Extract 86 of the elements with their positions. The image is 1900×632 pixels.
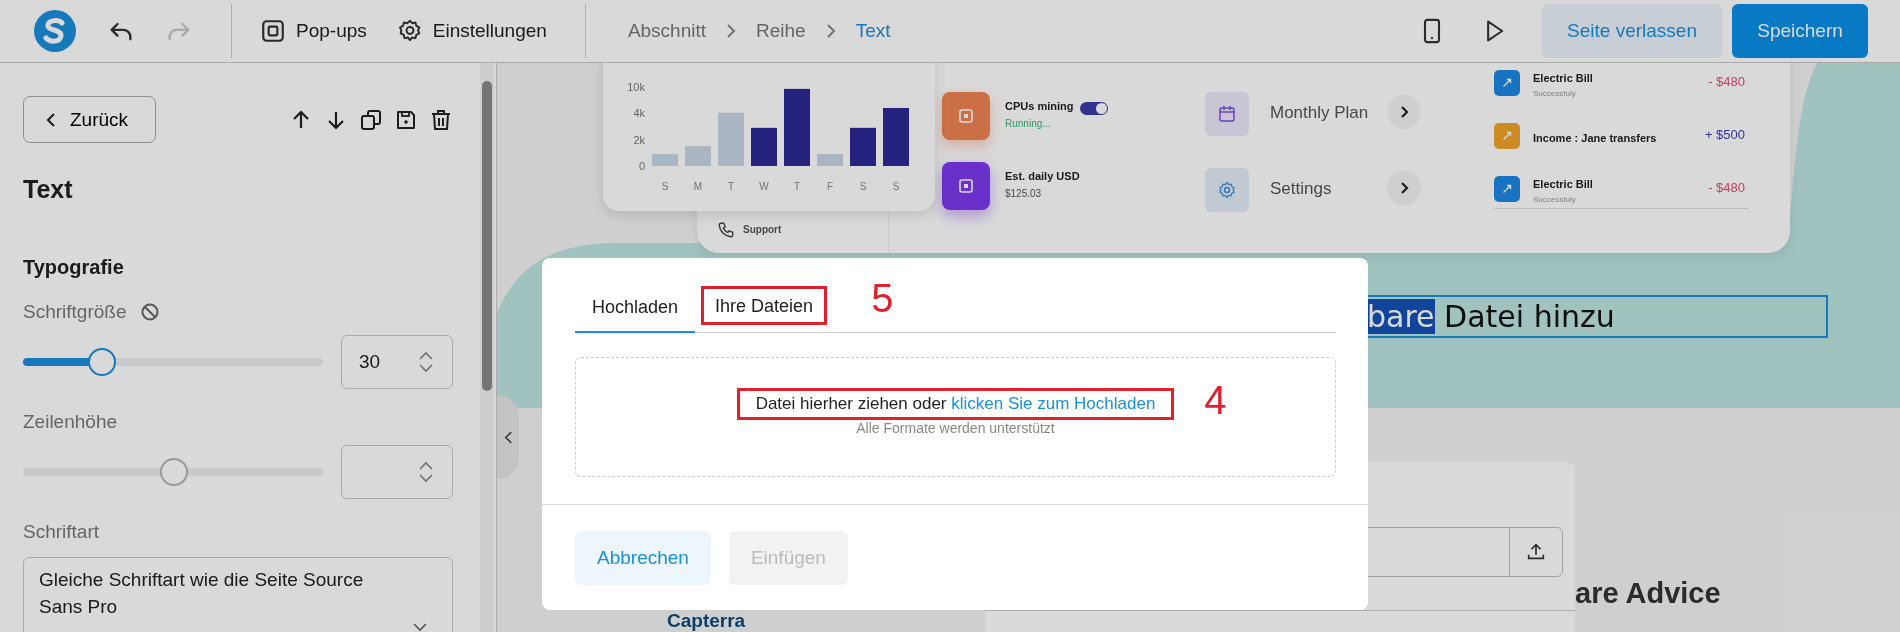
upload-link[interactable]: klicken Sie zum Hochladen — [951, 394, 1156, 413]
spinner-icon[interactable] — [418, 460, 434, 484]
tick-label: 0 — [638, 160, 645, 172]
field-label: Zeilenhöhe — [23, 411, 118, 433]
drop-zone[interactable]: Datei hierher ziehen oder klicken Sie zum Hochladen 4 Alle Formate werden unterstützt — [575, 357, 1336, 477]
transaction-status: Successfuly — [1533, 195, 1576, 204]
chevron-right-icon[interactable] — [1387, 171, 1421, 205]
axis-label: S — [892, 181, 900, 192]
chevron-right-icon — [825, 23, 836, 39]
text-block[interactable]: bare Datei hinzu — [1365, 295, 1828, 338]
logo-icon[interactable] — [33, 9, 77, 53]
number-field[interactable]: 30 — [341, 335, 453, 389]
annotation-number: 5 — [871, 278, 894, 318]
axis-label: F — [826, 181, 834, 192]
chevron-right-icon[interactable] — [1387, 95, 1421, 129]
status-title: CPUs mining — [1005, 100, 1074, 112]
bar — [751, 127, 777, 166]
bar — [850, 127, 876, 166]
axis-label: M — [693, 181, 703, 192]
settings-icon — [1205, 168, 1249, 212]
trash-icon[interactable] — [429, 107, 453, 132]
tick-label: 2k — [633, 133, 645, 146]
transaction-amount: - $480 — [1708, 180, 1745, 195]
bar — [883, 107, 909, 166]
spinner-icon[interactable] — [418, 350, 434, 374]
panel-title: Text — [23, 175, 74, 204]
hint-text: Alle Formate werden unterstützt — [856, 420, 1055, 436]
axis-label: T — [793, 181, 801, 192]
bar — [685, 146, 711, 166]
copy-icon[interactable] — [359, 107, 383, 132]
axis-label: W — [759, 181, 769, 192]
bar — [652, 154, 678, 166]
chevron-down-icon — [412, 622, 428, 632]
transaction-icon — [1494, 123, 1520, 149]
chevron-left-icon — [503, 429, 513, 445]
tab[interactable]: Hochladen — [575, 297, 696, 333]
status-text: Running... — [1005, 118, 1051, 129]
axis-label: S — [661, 181, 669, 192]
transaction-title: Electric Bill — [1533, 72, 1593, 84]
tick-label: 10k — [627, 80, 645, 93]
transaction-icon — [1494, 70, 1520, 96]
bar — [718, 112, 744, 166]
chevron-left-icon — [46, 111, 56, 128]
breadcrumb-item[interactable]: Reihe — [756, 20, 806, 42]
section-heading: Typografie — [23, 256, 125, 279]
font-select[interactable]: Gleiche Schriftart wie die Seite Source Sans Pro — [23, 557, 453, 632]
annotation-number: 4 — [1204, 380, 1227, 420]
transaction-amount: - $480 — [1708, 74, 1745, 89]
transaction-amount: + $500 — [1704, 127, 1745, 142]
axis-label: S — [859, 181, 867, 192]
phone-icon — [717, 221, 735, 239]
drop-text: Datei hierher ziehen oder klicken Sie zum Hochladen — [755, 394, 1156, 414]
menu-item[interactable]: Settings — [1270, 179, 1332, 199]
chip-icon — [942, 92, 990, 140]
logo-text: Capterra — [667, 611, 746, 630]
transaction-title: Income : Jane transfers — [1533, 132, 1657, 144]
slider-thumb[interactable] — [88, 348, 116, 376]
axis-label: T — [727, 181, 735, 192]
transaction-icon — [1494, 176, 1520, 202]
chevron-right-icon — [726, 23, 737, 39]
popups-button[interactable]: Pop-ups — [260, 18, 367, 44]
menu-item[interactable]: Monthly Plan — [1270, 103, 1369, 123]
toggle-switch[interactable] — [1080, 102, 1108, 115]
back-button[interactable]: Zurück — [23, 96, 156, 143]
tab[interactable]: Ihre Dateien — [701, 286, 828, 333]
transaction-status: Successfuly — [1533, 89, 1576, 98]
breadcrumb-item[interactable]: Abschnitt — [627, 20, 707, 42]
settings-button[interactable]: Einstellungen — [396, 18, 547, 44]
wallet-icon — [942, 162, 990, 210]
tick-label: 4k — [633, 107, 645, 119]
field-label: Schriftgröße — [23, 301, 127, 323]
transaction-title: Electric Bill — [1533, 178, 1593, 190]
number-field[interactable] — [341, 445, 453, 499]
reset-icon[interactable] — [140, 302, 161, 322]
text-content: Datei hinzu — [1444, 299, 1615, 334]
status-title: Est. daily USD — [1005, 170, 1080, 182]
logo-text: are Advice — [1575, 577, 1721, 610]
status-value: $125.03 — [1005, 188, 1042, 199]
scrollbar[interactable] — [480, 63, 494, 632]
bar — [817, 154, 843, 166]
menu-item[interactable]: Support — [743, 224, 782, 235]
popup-icon — [260, 18, 286, 44]
settings-icon — [396, 18, 423, 44]
selected-text: bare — [1367, 299, 1435, 334]
field-label: Schriftart — [23, 521, 100, 543]
calendar-icon — [1205, 92, 1249, 136]
